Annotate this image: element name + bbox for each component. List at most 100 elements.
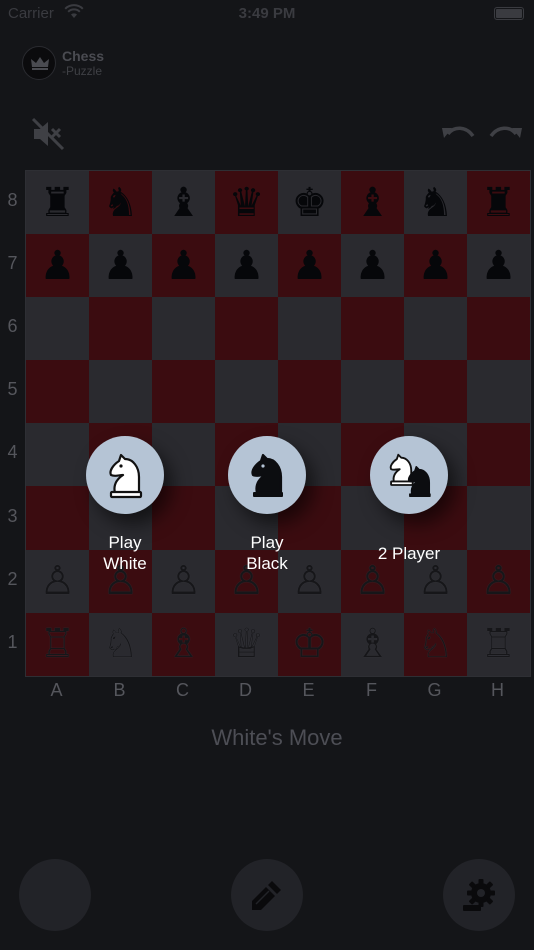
board-square[interactable]: ♟: [341, 234, 404, 298]
board-square[interactable]: ♟: [152, 234, 215, 298]
board-square[interactable]: ♝: [152, 171, 215, 235]
board-square[interactable]: [215, 360, 278, 424]
play-black-label-line2: Black: [246, 554, 288, 573]
board-square[interactable]: [341, 360, 404, 424]
file-label: D: [239, 680, 252, 700]
two-player-option[interactable]: 2 Player: [349, 436, 469, 576]
play-white-label-line2: White: [103, 554, 147, 573]
chess-piece[interactable]: ♘: [418, 624, 454, 664]
board-square[interactable]: ♟: [26, 234, 89, 298]
board-square[interactable]: [26, 297, 89, 361]
board-square[interactable]: ♖: [26, 612, 89, 676]
board-square[interactable]: ♘: [89, 612, 152, 676]
chess-piece[interactable]: ♟: [418, 246, 454, 286]
board-square[interactable]: ♟: [215, 234, 278, 298]
board-square[interactable]: [89, 297, 152, 361]
board-square[interactable]: ♛: [215, 171, 278, 235]
chess-piece[interactable]: ♟: [166, 246, 202, 286]
mute-button[interactable]: [30, 116, 66, 152]
chess-piece[interactable]: ♟: [229, 246, 265, 286]
chess-piece[interactable]: ♞: [418, 183, 454, 223]
board-square[interactable]: ♟: [278, 234, 341, 298]
file-label: H: [491, 680, 504, 700]
chess-piece[interactable]: ♝: [355, 183, 391, 223]
settings-button[interactable]: [443, 859, 515, 931]
chess-piece[interactable]: ♕: [229, 624, 265, 664]
board-square[interactable]: ♚: [278, 171, 341, 235]
board-square[interactable]: [467, 360, 530, 424]
turn-indicator: White's Move: [211, 725, 343, 750]
chess-piece[interactable]: ♟: [103, 246, 139, 286]
chess-board[interactable]: ♜ ♞ ♝ ♛ ♚ ♝ ♞ ♜ ♟ ♟ ♟ ♟ ♟ ♟ ♟ ♟ ♙ ♙ ♙ ♙ ♙ ♙ ♙ ♙ ♖ ♘ ♗ ♕ ♔ ♗ ♘ ♖: [26, 171, 530, 676]
two-player-button[interactable]: [370, 436, 448, 514]
board-square[interactable]: [26, 360, 89, 424]
two-knights-icon: [389, 453, 431, 497]
redo-button[interactable]: [488, 122, 524, 146]
board-square[interactable]: ♜: [467, 171, 530, 235]
board-square[interactable]: [215, 297, 278, 361]
board-square[interactable]: ♕: [215, 612, 278, 676]
chess-piece[interactable]: ♜: [40, 183, 76, 223]
chess-piece[interactable]: ♟: [481, 246, 517, 286]
battery-icon: [494, 7, 524, 20]
chess-piece[interactable]: ♜: [481, 183, 517, 223]
board-square[interactable]: ♘: [404, 612, 467, 676]
board-square[interactable]: [404, 360, 467, 424]
board-square[interactable]: ♔: [278, 612, 341, 676]
board-square[interactable]: ♞: [404, 171, 467, 235]
board-square[interactable]: ♗: [152, 612, 215, 676]
chess-piece[interactable]: ♖: [40, 624, 76, 664]
play-black-option[interactable]: Play Black: [207, 436, 327, 576]
board-square[interactable]: [89, 360, 152, 424]
board-square[interactable]: [404, 297, 467, 361]
board-square[interactable]: ♞: [89, 171, 152, 235]
file-label: A: [50, 680, 63, 700]
play-black-label-line1: Play: [250, 533, 284, 552]
chess-piece[interactable]: ♗: [355, 624, 391, 664]
play-white-option[interactable]: Play White: [65, 436, 185, 576]
board-square[interactable]: ♟: [89, 234, 152, 298]
status-bar: Carrier 3:49 PM: [0, 0, 534, 28]
chess-board-frame: ♜ ♞ ♝ ♛ ♚ ♝ ♞ ♜ ♟ ♟ ♟ ♟ ♟ ♟ ♟ ♟ ♙ ♙ ♙ ♙ ♙ ♙ ♙ ♙ ♖ ♘ ♗ ♕ ♔ ♗ ♘ ♖: [25, 170, 531, 677]
chess-piece[interactable]: ♛: [229, 183, 265, 223]
board-square[interactable]: ♖: [467, 612, 530, 676]
chess-piece[interactable]: ♚: [292, 183, 328, 223]
chess-piece[interactable]: ♖: [481, 624, 517, 664]
file-label: G: [427, 680, 442, 700]
chess-piece[interactable]: ♙: [481, 561, 517, 601]
play-white-button[interactable]: [86, 436, 164, 514]
play-black-button[interactable]: [228, 436, 306, 514]
board-square[interactable]: [152, 360, 215, 424]
board-square[interactable]: [152, 297, 215, 361]
chess-piece[interactable]: ♝: [166, 183, 202, 223]
rank-label: 1: [7, 631, 18, 652]
board-square[interactable]: ♙: [467, 549, 530, 613]
speaker-muted-icon: [31, 117, 65, 151]
undo-icon: [442, 126, 475, 138]
board-square[interactable]: ♗: [341, 612, 404, 676]
chess-piece[interactable]: ♔: [292, 624, 328, 664]
undo-button[interactable]: [440, 122, 476, 146]
rank-label: 7: [7, 253, 18, 274]
app-subtitle: -Puzzle: [62, 64, 103, 78]
two-player-label: 2 Player: [377, 544, 441, 563]
left-round-button[interactable]: [19, 859, 91, 931]
rank-label: 6: [7, 316, 18, 337]
board-square[interactable]: ♝: [341, 171, 404, 235]
chess-piece[interactable]: ♗: [166, 624, 202, 664]
board-square[interactable]: [467, 423, 530, 487]
chess-piece[interactable]: ♘: [103, 624, 139, 664]
board-square[interactable]: [467, 297, 530, 361]
board-square[interactable]: [467, 486, 530, 550]
board-square[interactable]: ♟: [467, 234, 530, 298]
edit-button[interactable]: [231, 859, 303, 931]
board-square[interactable]: ♜: [26, 171, 89, 235]
board-square[interactable]: ♟: [404, 234, 467, 298]
board-square[interactable]: [278, 297, 341, 361]
chess-piece[interactable]: ♟: [292, 246, 328, 286]
chess-piece[interactable]: ♟: [355, 246, 391, 286]
chess-piece[interactable]: ♟: [40, 246, 76, 286]
board-square[interactable]: [341, 297, 404, 361]
chess-piece[interactable]: ♞: [103, 183, 139, 223]
board-square[interactable]: [278, 360, 341, 424]
